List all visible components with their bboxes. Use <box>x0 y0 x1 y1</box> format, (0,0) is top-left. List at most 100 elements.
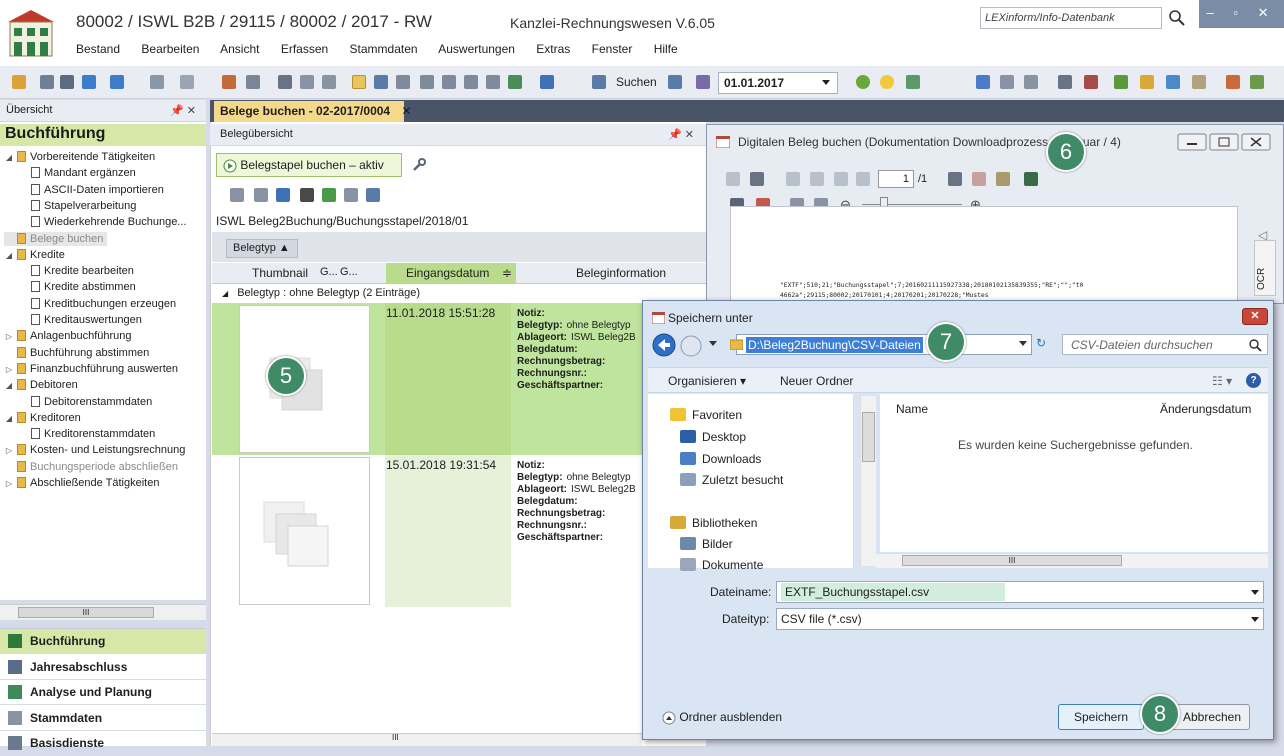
handshake-icon[interactable] <box>222 75 236 89</box>
download-icon[interactable] <box>540 75 554 89</box>
table-icon[interactable] <box>420 75 434 89</box>
close-icon[interactable]: ✕ <box>1242 308 1268 325</box>
folder-search-input[interactable]: CSV-Dateien durchsuchen <box>1062 334 1268 355</box>
nav-section[interactable]: Basisdienste <box>0 731 206 756</box>
note-icon[interactable] <box>1226 75 1240 89</box>
col-eingangsdatum[interactable]: Eingangsdatum <box>406 266 489 280</box>
chevron-down-icon[interactable] <box>1018 340 1028 348</box>
scan-icon[interactable] <box>254 188 268 202</box>
toolbar-search-label[interactable]: Suchen <box>616 75 657 89</box>
tree-item[interactable]: Kredite bearbeiten <box>28 264 134 278</box>
col-name[interactable]: Name <box>896 402 928 416</box>
tree-toggle-icon[interactable]: ◢ <box>4 379 14 393</box>
view-table-icon[interactable] <box>1024 75 1038 89</box>
pin-close-icon[interactable]: 📌 ✕ <box>170 104 196 117</box>
search-list-icon[interactable] <box>592 75 606 89</box>
book-icon[interactable] <box>508 75 522 89</box>
edit-icon[interactable] <box>246 75 260 89</box>
tree-item[interactable]: ◢ Vorbereitende Tätigkeiten <box>4 150 155 164</box>
page-icon[interactable] <box>948 172 962 186</box>
date-select[interactable]: 01.01.2017 <box>718 72 838 94</box>
tab-belege-buchen[interactable]: Belege buchen - 02-2017/0004 ✕ <box>214 101 412 122</box>
tree-item[interactable]: ▷ Kosten- und Leistungsrechnung <box>4 443 185 457</box>
search-icon[interactable] <box>1248 338 1262 352</box>
folder-icon[interactable] <box>1140 75 1154 89</box>
nav-item[interactable]: Favoriten <box>670 408 742 422</box>
rows-icon[interactable] <box>464 75 478 89</box>
col-thumbnail[interactable]: Thumbnail <box>252 266 308 280</box>
list-icon[interactable] <box>396 75 410 89</box>
tree-item[interactable]: ▷ Anlagenbuchführung <box>4 329 132 343</box>
tree-item[interactable]: Kredite abstimmen <box>28 280 136 294</box>
help-icon[interactable] <box>856 75 870 89</box>
col-g2[interactable]: G... <box>340 266 358 278</box>
tree-toggle-icon[interactable]: ▷ <box>4 330 14 344</box>
group-row[interactable]: ◢ Belegtyp : ohne Belegtyp (2 Einträge) <box>212 285 706 303</box>
tree-item[interactable]: ASCII-Daten importieren <box>28 183 164 197</box>
scroll-thumb[interactable]: III <box>392 733 399 742</box>
menu-extras[interactable]: Extras <box>536 42 570 56</box>
tree-item[interactable]: Buchungsperiode abschließen <box>4 460 178 474</box>
nav-section[interactable]: Buchführung <box>0 629 206 654</box>
thumbnail[interactable] <box>239 457 370 605</box>
open-icon[interactable] <box>12 75 26 89</box>
copy-icon[interactable] <box>344 188 358 202</box>
tree-item[interactable]: ◢ Kredite <box>4 248 65 262</box>
down-icon[interactable] <box>834 172 848 186</box>
save-button[interactable]: Speichern <box>1058 704 1144 730</box>
search-icon[interactable] <box>1166 7 1188 29</box>
view-detail-icon[interactable] <box>1000 75 1014 89</box>
sheet-icon[interactable] <box>442 75 456 89</box>
lock-icon[interactable] <box>1058 75 1072 89</box>
zoom-slider-track[interactable] <box>862 204 962 205</box>
scroll-thumb[interactable]: III <box>902 555 1122 566</box>
nav-section[interactable]: Analyse und Planung <box>0 680 206 705</box>
menu-stammdaten[interactable]: Stammdaten <box>350 42 418 56</box>
edit-icon[interactable] <box>366 188 380 202</box>
tree-toggle-icon[interactable]: ◢ <box>4 151 14 165</box>
top-icon[interactable] <box>786 172 800 186</box>
nav-item[interactable]: Dokumente <box>680 558 763 572</box>
pin-close-icon[interactable]: 📌 ✕ <box>668 128 694 141</box>
belegstapel-buchen-button[interactable]: Belegstapel buchen – aktiv <box>216 153 402 177</box>
horizontal-scrollbar[interactable]: III <box>0 604 206 620</box>
calculator-icon[interactable] <box>906 75 920 89</box>
sheet-export-icon[interactable] <box>1250 75 1264 89</box>
lexinform-search-input[interactable]: LEXinform/Info-Datenbank <box>980 7 1162 29</box>
chevron-down-icon[interactable] <box>1250 616 1260 624</box>
tree-item[interactable]: Kreditbuchungen erzeugen <box>28 297 176 311</box>
tip-icon[interactable] <box>880 75 894 89</box>
tree-item[interactable]: ◢ Kreditoren <box>4 411 81 425</box>
col-modified[interactable]: Änderungsdatum <box>1160 402 1251 416</box>
nav-item[interactable]: Desktop <box>680 430 746 444</box>
cut-icon[interactable] <box>278 75 292 89</box>
col-beleginformation[interactable]: Beleginformation <box>576 266 666 280</box>
print-preview-icon[interactable] <box>40 75 54 89</box>
delete-icon[interactable] <box>300 188 314 202</box>
horizontal-scrollbar[interactable]: III <box>212 733 642 746</box>
up-icon[interactable] <box>810 172 824 186</box>
refresh-icon[interactable] <box>322 188 336 202</box>
sync-icon[interactable] <box>668 75 682 89</box>
view-options-icon[interactable]: ☷ ▾ <box>1212 374 1232 388</box>
col-g1[interactable]: G... <box>320 266 338 278</box>
filter-icon[interactable] <box>352 75 366 89</box>
tree-item[interactable]: Mandant ergänzen <box>28 166 136 180</box>
menu-hilfe[interactable]: Hilfe <box>654 42 678 56</box>
tree-item[interactable]: Stapelverarbeitung <box>28 199 136 213</box>
tree-item[interactable]: ▷ Finanzbuchführung auswerten <box>4 362 178 376</box>
calendar-icon[interactable] <box>696 75 710 89</box>
refresh-icon[interactable]: ↻ <box>1036 336 1046 350</box>
nav-section[interactable]: Jahresabschluss <box>0 655 206 680</box>
copy-icon[interactable] <box>300 75 314 89</box>
chevron-down-icon[interactable] <box>1250 589 1260 597</box>
help-icon[interactable]: ? <box>1246 373 1261 388</box>
vertical-scrollbar[interactable] <box>860 396 876 566</box>
close-icon[interactable]: ✕ <box>401 104 411 118</box>
tree-item[interactable]: Belege buchen <box>4 231 108 246</box>
wrench-icon[interactable] <box>412 158 426 172</box>
tree-item[interactable]: ▷ Abschließende Tätigkeiten <box>4 476 159 490</box>
nav-item[interactable]: Downloads <box>680 452 761 466</box>
wrench-icon[interactable] <box>374 75 388 89</box>
address-path[interactable]: D:\Beleg2Buchung\CSV-Dateien <box>746 337 923 353</box>
